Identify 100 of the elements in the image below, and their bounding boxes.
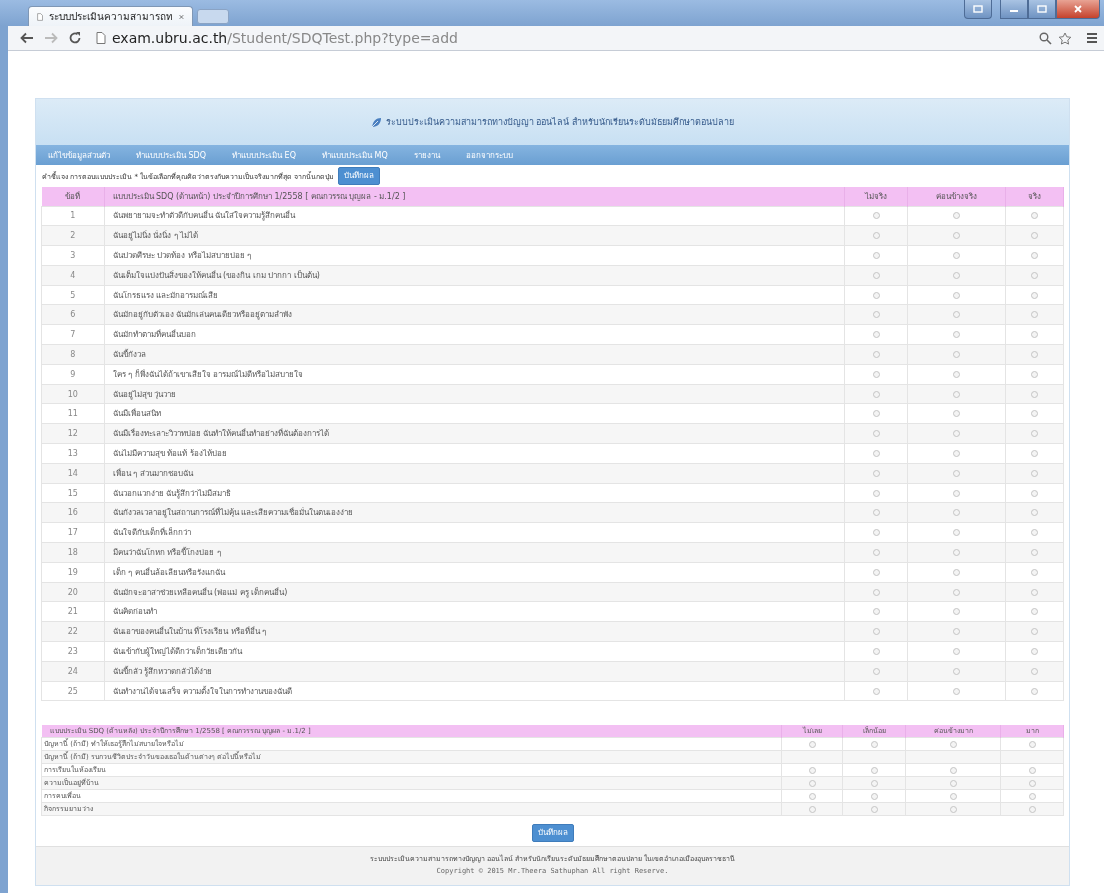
radio-button[interactable] (1031, 667, 1038, 675)
nav-link[interactable]: แก้ไขข้อมูลส่วนตัว (48, 148, 110, 162)
radio-button[interactable] (872, 370, 880, 378)
radio-button[interactable] (872, 331, 880, 339)
radio-button[interactable] (872, 608, 880, 616)
radio-button[interactable] (1031, 509, 1038, 517)
radio-button[interactable] (808, 806, 816, 813)
radio-button[interactable] (1031, 529, 1038, 537)
radio-button[interactable] (1031, 390, 1038, 398)
radio-button[interactable] (808, 780, 816, 787)
radio-button[interactable] (953, 252, 960, 259)
radio-button[interactable] (1031, 370, 1038, 378)
radio-button[interactable] (949, 780, 957, 787)
radio-button[interactable] (872, 410, 880, 418)
radio-button[interactable] (1031, 430, 1038, 438)
menu-icon[interactable] (1086, 32, 1098, 44)
reload-icon[interactable] (68, 31, 82, 45)
radio-button[interactable] (1031, 291, 1038, 299)
radio-button[interactable] (872, 252, 880, 259)
radio-button[interactable] (872, 390, 880, 398)
radio-button[interactable] (872, 588, 880, 596)
restore-button[interactable] (964, 0, 992, 19)
radio-button[interactable] (870, 767, 878, 774)
radio-button[interactable] (953, 430, 960, 438)
radio-button[interactable] (953, 291, 960, 299)
radio-button[interactable] (1028, 741, 1036, 748)
radio-button[interactable] (1028, 806, 1036, 813)
radio-button[interactable] (953, 608, 960, 616)
radio-button[interactable] (870, 780, 878, 787)
radio-button[interactable] (1031, 212, 1038, 220)
radio-button[interactable] (953, 548, 960, 556)
save-button[interactable]: บันทึกผล (338, 167, 381, 185)
radio-button[interactable] (953, 588, 960, 596)
radio-button[interactable] (1031, 548, 1038, 556)
radio-button[interactable] (870, 806, 878, 813)
radio-button[interactable] (1031, 568, 1038, 576)
radio-button[interactable] (872, 548, 880, 556)
radio-button[interactable] (1031, 608, 1038, 616)
radio-button[interactable] (872, 212, 880, 220)
radio-button[interactable] (1031, 647, 1038, 655)
radio-button[interactable] (1031, 232, 1038, 240)
radio-button[interactable] (953, 410, 960, 418)
star-icon[interactable] (1058, 31, 1072, 45)
radio-button[interactable] (808, 767, 816, 774)
radio-button[interactable] (953, 489, 960, 497)
save-button[interactable]: บันทึกผล (531, 824, 574, 843)
radio-button[interactable] (1031, 628, 1038, 636)
nav-link[interactable]: รายงาน (413, 148, 440, 162)
browser-tab[interactable]: ระบบประเมินความสามารถท (28, 6, 193, 26)
close-icon[interactable] (179, 12, 184, 21)
radio-button[interactable] (1028, 767, 1036, 774)
zoom-icon[interactable] (1039, 31, 1052, 45)
radio-button[interactable] (872, 469, 880, 477)
radio-button[interactable] (872, 687, 880, 695)
radio-button[interactable] (949, 767, 957, 774)
radio-button[interactable] (872, 647, 880, 655)
radio-button[interactable] (872, 449, 880, 457)
radio-button[interactable] (1031, 489, 1038, 497)
radio-button[interactable] (870, 741, 878, 748)
radio-button[interactable] (953, 687, 960, 695)
radio-button[interactable] (953, 509, 960, 517)
radio-button[interactable] (953, 232, 960, 240)
radio-button[interactable] (870, 793, 878, 800)
radio-button[interactable] (1031, 449, 1038, 457)
new-tab-button[interactable] (197, 9, 229, 24)
radio-button[interactable] (1031, 350, 1038, 358)
nav-link[interactable]: ทำแบบประเมิน SDQ (136, 148, 207, 162)
radio-button[interactable] (953, 529, 960, 537)
radio-button[interactable] (953, 212, 960, 220)
radio-button[interactable] (949, 741, 957, 748)
radio-button[interactable] (1031, 311, 1038, 319)
radio-button[interactable] (1031, 410, 1038, 418)
radio-button[interactable] (953, 331, 960, 339)
radio-button[interactable] (808, 793, 816, 800)
radio-button[interactable] (872, 667, 880, 675)
radio-button[interactable] (953, 469, 960, 477)
radio-button[interactable] (872, 271, 880, 279)
radio-button[interactable] (1031, 252, 1038, 259)
nav-link[interactable]: ออกจากระบบ (465, 148, 513, 162)
radio-button[interactable] (953, 311, 960, 319)
maximize-button[interactable] (1028, 0, 1056, 19)
radio-button[interactable] (872, 311, 880, 319)
radio-button[interactable] (953, 370, 960, 378)
radio-button[interactable] (1031, 271, 1038, 279)
radio-button[interactable] (953, 390, 960, 398)
radio-button[interactable] (949, 793, 957, 800)
radio-button[interactable] (872, 529, 880, 537)
nav-link[interactable]: ทำแบบประเมิน EQ (232, 148, 296, 162)
radio-button[interactable] (953, 271, 960, 279)
radio-button[interactable] (872, 509, 880, 517)
forward-icon[interactable] (44, 32, 58, 44)
radio-button[interactable] (949, 806, 957, 813)
radio-button[interactable] (872, 430, 880, 438)
nav-link[interactable]: ทำแบบประเมิน MQ (322, 148, 388, 162)
radio-button[interactable] (872, 568, 880, 576)
radio-button[interactable] (1031, 469, 1038, 477)
minimize-button[interactable] (1000, 0, 1028, 19)
radio-button[interactable] (1031, 687, 1038, 695)
radio-button[interactable] (1028, 793, 1036, 800)
back-icon[interactable] (20, 32, 34, 44)
